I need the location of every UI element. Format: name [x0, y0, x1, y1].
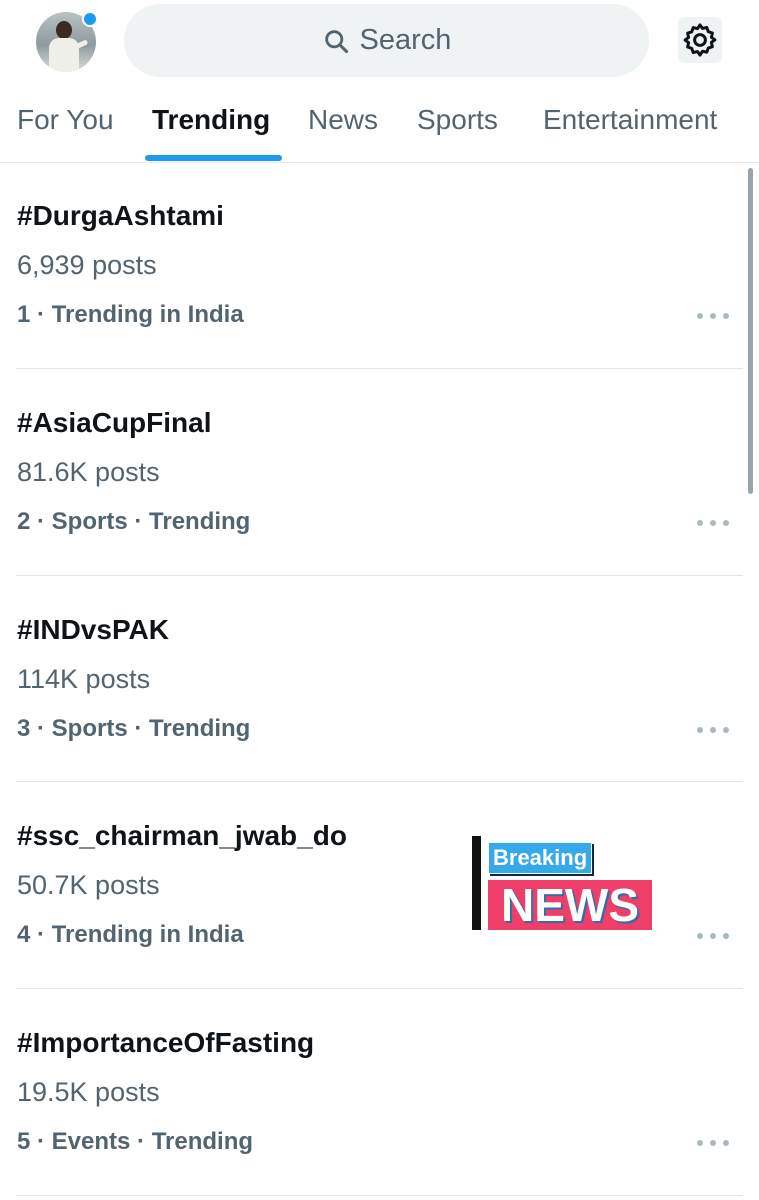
trend-item[interactable]: #DurgaAshtami 6,939 posts 1 · Trending i… — [0, 162, 759, 368]
trend-item[interactable]: #AsiaCupFinal 81.6K posts 2 · Sports · T… — [0, 369, 759, 575]
search-icon — [324, 29, 348, 53]
trend-name: #ssc_chairman_jwab_do — [17, 820, 347, 851]
more-horizontal-icon[interactable] — [697, 312, 729, 320]
breaking-news-bar — [472, 836, 481, 930]
active-tab-indicator — [145, 155, 282, 161]
trend-name: #DurgaAshtami — [17, 200, 224, 231]
breaking-label: Breaking — [488, 842, 593, 874]
notification-dot — [82, 11, 98, 27]
trend-meta: 4 · Trending in India — [17, 921, 244, 948]
tab-news[interactable]: News — [308, 104, 378, 136]
more-horizontal-icon[interactable] — [697, 726, 729, 734]
divider — [16, 1195, 743, 1196]
scrollbar[interactable] — [748, 168, 753, 494]
top-bar: Search — [0, 0, 759, 80]
breaking-news-image[interactable]: Breaking NEWS — [472, 836, 654, 932]
trend-meta: 3 · Sports · Trending — [17, 715, 251, 742]
trend-name: #AsiaCupFinal — [17, 407, 212, 438]
news-label: NEWS — [488, 880, 652, 930]
trend-item[interactable]: #INDvsPAK 114K posts 3 · Sports · Trendi… — [0, 576, 759, 782]
trend-meta: 2 · Sports · Trending — [17, 508, 251, 535]
tab-entertainment[interactable]: Entertainment — [543, 104, 717, 136]
more-horizontal-icon[interactable] — [697, 932, 729, 940]
tab-for-you[interactable]: For You — [17, 104, 114, 136]
tab-bar: For You Trending News Sports Entertainme… — [0, 80, 759, 163]
gear-icon — [683, 23, 717, 57]
settings-button[interactable] — [678, 17, 722, 63]
trend-post-count: 50.7K posts — [17, 870, 160, 900]
tab-sports[interactable]: Sports — [417, 104, 498, 136]
trend-name: #ImportanceOfFasting — [17, 1027, 315, 1058]
tab-trending[interactable]: Trending — [152, 104, 270, 136]
trend-post-count: 114K posts — [17, 664, 151, 694]
more-horizontal-icon[interactable] — [697, 519, 729, 527]
avatar-head-shape — [56, 21, 72, 39]
trend-meta: 1 · Trending in India — [17, 301, 244, 328]
search-placeholder: Search — [359, 24, 452, 56]
trend-post-count: 6,939 posts — [17, 250, 157, 280]
avatar-body-shape — [49, 38, 79, 72]
search-bar[interactable]: Search — [124, 4, 649, 77]
more-horizontal-icon[interactable] — [697, 1139, 729, 1147]
trend-item[interactable]: #ImportanceOfFasting 19.5K posts 5 · Eve… — [0, 989, 759, 1195]
trend-meta: 5 · Events · Trending — [17, 1128, 254, 1155]
trend-post-count: 19.5K posts — [17, 1077, 160, 1107]
trend-name: #INDvsPAK — [17, 614, 169, 645]
trend-post-count: 81.6K posts — [17, 457, 160, 487]
